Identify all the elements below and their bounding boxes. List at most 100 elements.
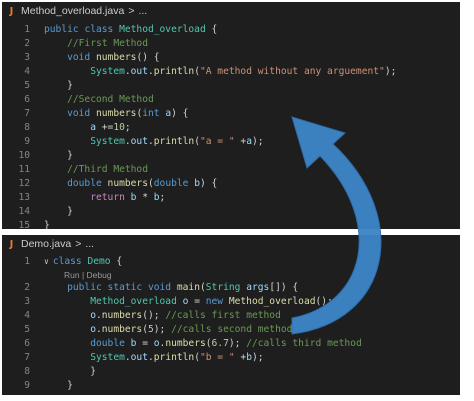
code-token: double	[90, 338, 131, 349]
code-line[interactable]: 12 double numbers(double b) {	[2, 177, 460, 191]
code-line[interactable]: 8 }	[2, 365, 460, 379]
demo-editor: J Demo.java > ... 1 ∨ class Demo {Run | De…	[2, 235, 460, 395]
code-token: int	[142, 108, 166, 119]
code-token: public	[67, 282, 108, 293]
line-number: 7	[24, 108, 30, 119]
code-token: args	[246, 282, 270, 293]
code-line[interactable]: 13 return b * b;	[2, 191, 460, 205]
code-line[interactable]: 2 //First Method	[2, 37, 460, 51]
code-line[interactable]: 3 void numbers() {	[2, 51, 460, 65]
line-number: 3	[24, 296, 30, 307]
code-text: public class Method_overload {	[44, 23, 217, 37]
code-line[interactable]: 4 System.out.println("A method without a…	[2, 65, 460, 79]
code-line[interactable]: 3 Method_overload o = new Method_overloa…	[2, 295, 460, 309]
code-line[interactable]: 5 }	[2, 79, 460, 93]
code-line[interactable]: 6 //Second Method	[2, 93, 460, 107]
code-token: System	[90, 136, 125, 147]
code-token: "A method without any arguement"	[199, 66, 385, 77]
code-line[interactable]: 1 ∨ class Demo {	[2, 255, 460, 269]
code-line[interactable]: 7 System.out.println("b = " +b);	[2, 351, 460, 365]
breadcrumb-symbol[interactable]: ...	[85, 238, 94, 250]
breadcrumb-separator: >	[75, 238, 82, 250]
code-token: }	[44, 80, 73, 91]
line-number: 13	[18, 192, 30, 203]
line-number: 9	[24, 136, 30, 147]
code-text: System.out.println("b = " +b);	[44, 351, 264, 365]
code-line[interactable]: 4 o.numbers(); //calls first method	[2, 309, 460, 323]
code-token: public	[44, 24, 85, 35]
code-token: numbers	[101, 310, 143, 321]
code-line[interactable]: 14 }	[2, 205, 460, 219]
code-token: main	[176, 282, 200, 293]
code-text: o.numbers(); //calls first method	[44, 309, 281, 323]
code-token: );	[251, 352, 264, 363]
code-area[interactable]: 1 ∨ class Demo {Run | Debug 2 public static…	[2, 253, 460, 393]
code-area[interactable]: 1 public class Method_overload {2 //First…	[2, 20, 460, 229]
code-token: numbers	[165, 338, 206, 349]
code-line[interactable]: 7 void numbers(int a) {	[2, 107, 460, 121]
code-line[interactable]: 2 public static void main(String args[])…	[2, 281, 460, 295]
line-number: 5	[24, 324, 30, 335]
code-line[interactable]: 11 //Third Method	[2, 163, 460, 177]
code-token: }	[44, 220, 50, 229]
code-token: }	[44, 206, 73, 217]
line-number: 2	[24, 38, 30, 49]
line-number: 12	[18, 178, 30, 189]
line-number: 3	[24, 52, 30, 63]
line-number: 5	[24, 80, 30, 91]
line-number: 6	[24, 94, 30, 105]
code-token: Method_overload	[90, 296, 183, 307]
code-token: +=	[96, 122, 114, 133]
java-file-icon: J	[9, 5, 14, 17]
code-text: System.out.println("a = " +a);	[44, 135, 263, 149]
code-text: double b = o.numbers(6.7); //calls third…	[44, 337, 362, 351]
code-token: //calls first method	[165, 310, 281, 321]
breadcrumb-symbol[interactable]: ...	[138, 5, 147, 17]
code-token: Method_overload	[228, 296, 316, 307]
breadcrumb-file[interactable]: Demo.java	[21, 238, 71, 250]
breadcrumb: J Method_overload.java > ...	[2, 2, 460, 20]
code-token: ) {	[171, 108, 189, 119]
code-token: }	[44, 366, 96, 377]
line-number: 1	[24, 256, 30, 267]
code-token: numbers	[101, 324, 143, 335]
code-token: static	[107, 282, 148, 293]
code-token: ) {	[199, 178, 218, 189]
code-token: new	[205, 296, 229, 307]
line-number: 8	[24, 122, 30, 133]
code-token: println	[153, 352, 195, 363]
code-text: //First Method	[44, 37, 148, 51]
code-text: //Third Method	[44, 163, 148, 177]
code-line[interactable]: 9 }	[2, 379, 460, 393]
fold-chevron-icon[interactable]: ∨	[44, 257, 49, 266]
code-line[interactable]: 6 double b = o.numbers(6.7); //calls thi…	[2, 337, 460, 351]
breadcrumb-file[interactable]: Method_overload.java	[21, 5, 124, 17]
code-token: "a = "	[199, 136, 235, 147]
code-text: System.out.println("A method without any…	[44, 65, 396, 79]
line-number: 6	[24, 338, 30, 349]
code-text: }	[44, 379, 73, 393]
code-token: String	[205, 282, 247, 293]
code-line[interactable]: 8 a +=10;	[2, 121, 460, 135]
code-text: o.numbers(5); //calls second method	[44, 323, 292, 337]
code-line[interactable]: 15}	[2, 219, 460, 229]
code-line[interactable]: 5 o.numbers(5); //calls second method	[2, 323, 460, 337]
code-token: //Second Method	[67, 94, 154, 105]
code-line[interactable]: 1 public class Method_overload {	[2, 23, 460, 37]
code-token: {	[116, 256, 123, 267]
line-number: 10	[18, 150, 30, 161]
code-text: return b * b;	[44, 191, 165, 205]
code-line[interactable]: 9 System.out.println("a = " +a);	[2, 135, 460, 149]
code-token: println	[153, 66, 195, 77]
codelens-run-debug[interactable]: Run | Debug	[2, 269, 460, 281]
code-token: ;	[159, 192, 166, 203]
code-line[interactable]: 10 }	[2, 149, 460, 163]
